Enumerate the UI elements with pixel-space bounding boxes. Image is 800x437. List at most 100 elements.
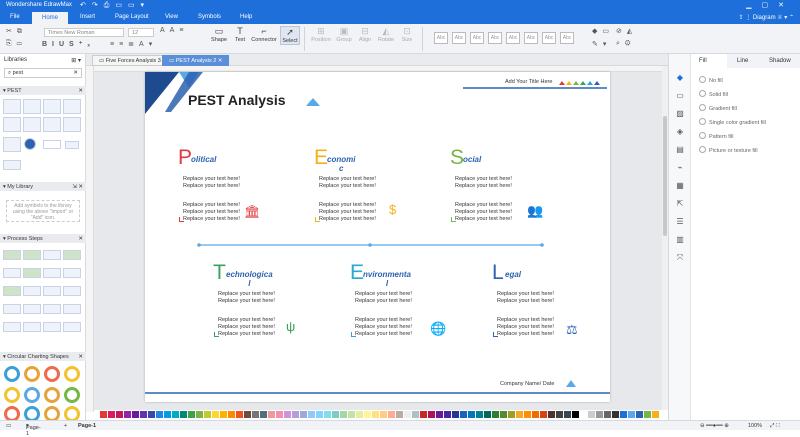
- color-swatch[interactable]: [492, 411, 499, 418]
- circular-shape-thumb[interactable]: [64, 366, 80, 382]
- library-section-process-steps[interactable]: ▾ Process Steps ✕: [0, 234, 86, 243]
- dollar-icon[interactable]: $: [389, 203, 396, 216]
- pest-thumb[interactable]: [24, 138, 36, 150]
- option-single-color-gradient[interactable]: Single color gradient fill: [699, 118, 766, 126]
- pest-thumb[interactable]: [43, 99, 61, 114]
- color-swatch[interactable]: [444, 411, 451, 418]
- user-area[interactable]: ⇪ ⋮ Diagram ♕ ▾ ⌃: [739, 14, 794, 21]
- fill-line-buttons[interactable]: ◆▭: [592, 27, 614, 35]
- zoom-level[interactable]: 100%: [748, 423, 762, 429]
- close-section-icon[interactable]: ✕: [78, 88, 83, 94]
- color-swatch[interactable]: [452, 411, 459, 418]
- select-tool-button[interactable]: ➚ Select: [280, 26, 300, 45]
- list-icon[interactable]: ☰: [674, 216, 686, 228]
- pest-text-block[interactable]: Replace your text here! Replace your text…: [183, 176, 240, 190]
- circular-shape-thumb[interactable]: [64, 387, 80, 403]
- menu-insert[interactable]: Insert: [80, 14, 95, 20]
- color-swatch[interactable]: [348, 411, 355, 418]
- pest-word[interactable]: echnologica l: [226, 270, 273, 288]
- process-thumb[interactable]: [23, 250, 41, 260]
- process-thumb[interactable]: [43, 268, 61, 278]
- pest-text-block[interactable]: Replace your text here! Replace your text…: [497, 317, 554, 337]
- pest-text-block[interactable]: Replace your text here! Replace your text…: [218, 291, 275, 305]
- color-swatch[interactable]: [180, 411, 187, 418]
- color-swatch[interactable]: [612, 411, 619, 418]
- font-family-select[interactable]: Times New Roman: [44, 28, 124, 37]
- pest-word[interactable]: egal: [505, 270, 521, 279]
- color-swatch[interactable]: [468, 411, 475, 418]
- size-button[interactable]: ⊡ Size: [398, 26, 416, 43]
- color-swatch[interactable]: [372, 411, 379, 418]
- pest-thumb[interactable]: [3, 137, 21, 152]
- color-swatch[interactable]: [420, 411, 427, 418]
- color-swatch[interactable]: [196, 411, 203, 418]
- color-swatch[interactable]: [516, 411, 523, 418]
- process-thumb[interactable]: [23, 268, 41, 278]
- pest-text-block[interactable]: Replace your text here! Replace your text…: [497, 291, 554, 305]
- fit-page-icon[interactable]: ⤢ ⛶: [770, 423, 780, 430]
- menu-home[interactable]: Home: [32, 12, 69, 24]
- color-swatch[interactable]: [300, 411, 307, 418]
- tab-fill[interactable]: Fill: [691, 54, 727, 68]
- process-thumb[interactable]: [23, 286, 41, 296]
- position-button[interactable]: ⊞ Position: [310, 26, 332, 43]
- color-swatch[interactable]: [556, 411, 563, 418]
- color-swatch[interactable]: [324, 411, 331, 418]
- circular-shape-thumb[interactable]: [24, 366, 40, 382]
- scroll-thumb[interactable]: [663, 116, 667, 236]
- pest-thumb[interactable]: [23, 99, 41, 114]
- image-icon[interactable]: ▨: [674, 108, 686, 120]
- color-swatch[interactable]: [620, 411, 627, 418]
- color-swatch[interactable]: [508, 411, 515, 418]
- color-swatch[interactable]: [260, 411, 267, 418]
- color-swatch[interactable]: [404, 411, 411, 418]
- library-section-pest[interactable]: ▾ PEST ✕: [0, 86, 86, 95]
- color-swatch[interactable]: [652, 411, 659, 418]
- list-buttons[interactable]: ≡≡≣A▾: [110, 40, 157, 48]
- diagram-page[interactable]: [145, 72, 610, 402]
- color-swatch[interactable]: [236, 411, 243, 418]
- add-page-button[interactable]: +: [64, 423, 67, 429]
- import-icon[interactable]: ⇲ ✕: [72, 184, 83, 190]
- option-pattern-fill[interactable]: Pattern fill: [699, 132, 733, 140]
- style-preset-5[interactable]: Abc: [506, 32, 520, 44]
- zoom-slider[interactable]: ⊖ ━━●━━ ⊕: [700, 423, 729, 429]
- pest-thumb[interactable]: [3, 99, 21, 114]
- color-swatch[interactable]: [412, 411, 419, 418]
- process-thumb[interactable]: [63, 286, 81, 296]
- pest-text-block[interactable]: Replace your text here! Replace your text…: [355, 291, 412, 305]
- process-thumb[interactable]: [3, 304, 21, 314]
- people-icon[interactable]: 👥: [527, 204, 543, 217]
- pest-letter[interactable]: S: [450, 147, 464, 169]
- table-icon[interactable]: ▦: [674, 180, 686, 192]
- color-swatch[interactable]: [548, 411, 555, 418]
- option-solid-fill[interactable]: Solid fill: [699, 90, 728, 98]
- doc-tab-pest[interactable]: ▭ PEST Analysis 2 ✕: [162, 55, 230, 66]
- color-palette[interactable]: [100, 411, 662, 419]
- font-size-buttons[interactable]: AA≡: [160, 27, 188, 34]
- pest-thumb[interactable]: [63, 117, 81, 132]
- circular-shape-thumb[interactable]: [4, 387, 20, 403]
- option-picture-fill[interactable]: Picture or texture fill: [699, 146, 758, 154]
- menu-file[interactable]: File: [10, 14, 20, 20]
- color-swatch[interactable]: [628, 411, 635, 418]
- color-swatch[interactable]: [244, 411, 251, 418]
- user-name[interactable]: Diagram: [753, 15, 776, 21]
- grid-icon[interactable]: ▥: [674, 234, 686, 246]
- pest-word[interactable]: olitical: [191, 155, 216, 164]
- fill-icon[interactable]: ◆: [674, 72, 686, 84]
- color-swatch[interactable]: [604, 411, 611, 418]
- page-nav-icon[interactable]: ▭: [6, 423, 11, 429]
- process-thumb[interactable]: [23, 322, 41, 332]
- company-date-text[interactable]: Company Name/ Date: [500, 381, 554, 387]
- color-swatch[interactable]: [188, 411, 195, 418]
- color-swatch[interactable]: [292, 411, 299, 418]
- text-tool-button[interactable]: T Text: [232, 26, 248, 43]
- export-icon[interactable]: ⇱: [674, 198, 686, 210]
- tab-shadow[interactable]: Shadow: [769, 58, 791, 64]
- color-swatch[interactable]: [580, 411, 587, 418]
- color-swatch[interactable]: [396, 411, 403, 418]
- bank-icon[interactable]: 🏛: [244, 205, 261, 218]
- fit-icon[interactable]: ⤧: [674, 252, 686, 264]
- color-swatch[interactable]: [532, 411, 539, 418]
